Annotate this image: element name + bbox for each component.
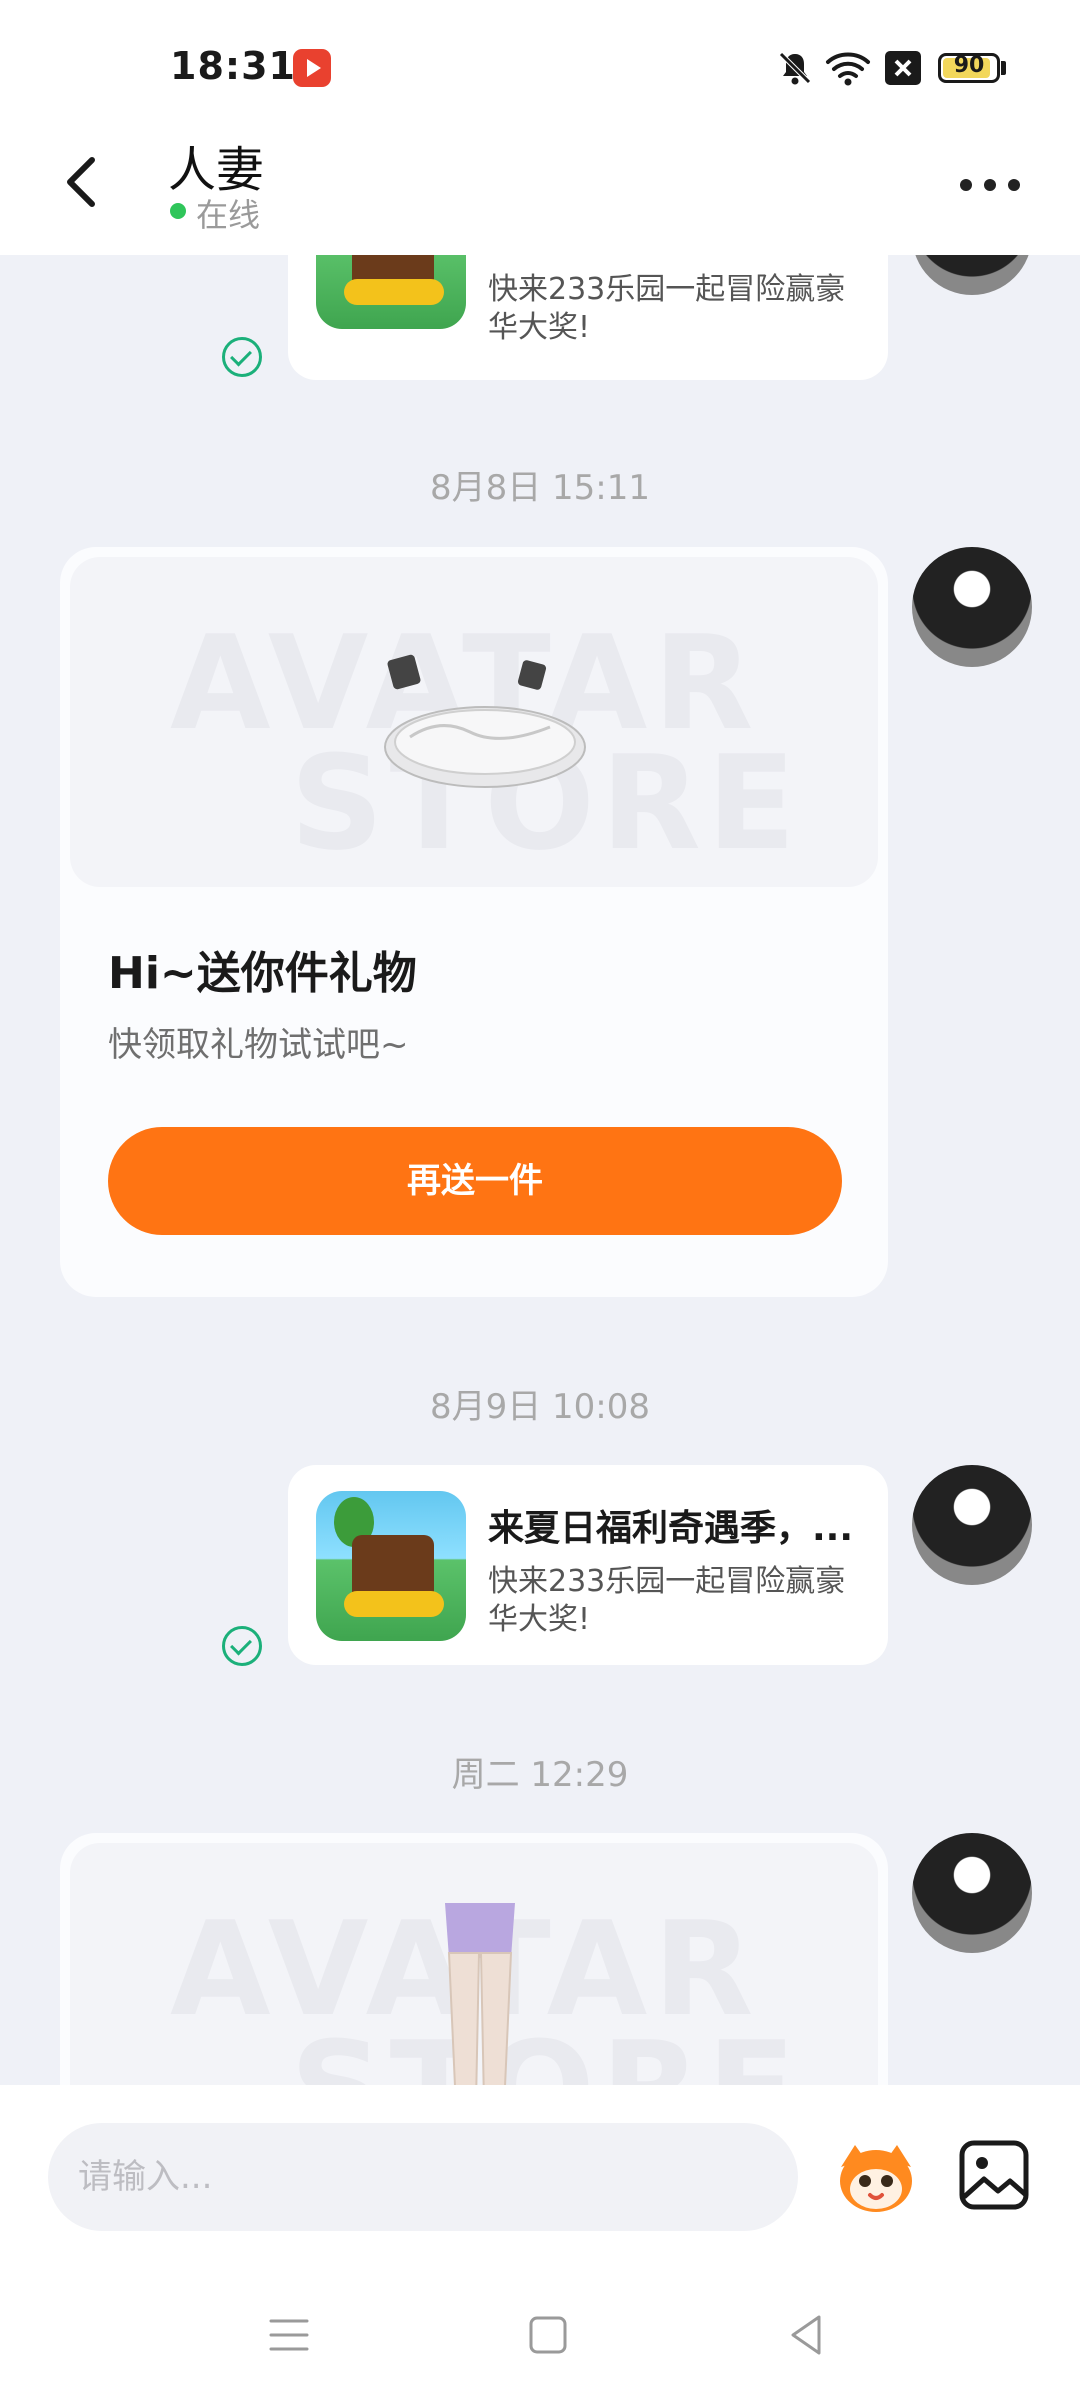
game-card-message[interactable]: 快来233乐园一起冒险赢豪华大奖! xyxy=(288,255,888,380)
dot-icon xyxy=(1008,179,1020,191)
timestamp: 8月8日 15:11 xyxy=(429,468,651,508)
battery-level: 90 xyxy=(953,53,985,78)
avatar[interactable] xyxy=(912,255,1032,295)
mascot-emoji-icon[interactable] xyxy=(833,2137,919,2217)
avatar[interactable] xyxy=(912,1833,1032,1953)
read-check-icon xyxy=(222,337,262,377)
timestamp: 8月9日 10:08 xyxy=(429,1387,651,1427)
send-another-button[interactable]: 再送一件 xyxy=(108,1127,842,1235)
game-icon xyxy=(316,255,466,329)
composer xyxy=(0,2085,1080,2260)
back-triangle-icon[interactable] xyxy=(777,2305,837,2365)
battery-icon: 90 xyxy=(938,53,1000,83)
battery-tip xyxy=(1001,61,1006,75)
wifi-icon xyxy=(826,52,870,86)
gift-subtitle: 快领取礼物试试吧~ xyxy=(108,1025,409,1065)
game-card-title: 来夏日福利奇遇季，... xyxy=(488,1508,854,1549)
avatar[interactable] xyxy=(912,1465,1032,1585)
system-nav-bar xyxy=(0,2260,1080,2400)
chat-header xyxy=(0,130,1080,255)
app-notification-icon xyxy=(293,49,331,87)
game-card-desc: 快来233乐园一起冒险赢豪华大奖! xyxy=(488,272,846,345)
message-input[interactable] xyxy=(48,2123,798,2231)
avatar[interactable] xyxy=(912,547,1032,667)
back-icon[interactable] xyxy=(40,142,120,222)
no-sim-icon xyxy=(885,51,921,85)
online-dot xyxy=(170,203,186,219)
gift-card-message[interactable]: AVATAR STORE Hi~送你件礼物 快领取礼物试试吧~ 再送一件 xyxy=(60,547,888,1297)
gift-title: Hi~送你件礼物 xyxy=(108,948,417,999)
status-time: 18:31 xyxy=(170,44,296,88)
menu-icon[interactable] xyxy=(259,2305,319,2365)
chat-list[interactable]: 快来233乐园一起冒险赢豪华大奖! 8月8日 15:11 AVATAR STOR… xyxy=(0,255,1080,2085)
image-icon[interactable] xyxy=(958,2139,1030,2211)
online-status: 在线 xyxy=(196,196,261,234)
gift-card-message[interactable]: AVATAR STORE xyxy=(60,1833,888,2085)
dot-icon xyxy=(960,179,972,191)
gift-image: AVATAR STORE xyxy=(70,1843,878,2085)
gift-item-icon xyxy=(384,654,586,788)
game-icon xyxy=(316,1491,466,1641)
gift-image: AVATAR STORE xyxy=(70,557,878,887)
home-icon[interactable] xyxy=(518,2305,578,2365)
dot-icon xyxy=(984,179,996,191)
gift-item-icon xyxy=(445,1903,515,2085)
read-check-icon xyxy=(222,1626,262,1666)
more-options-button[interactable] xyxy=(960,160,1030,204)
timestamp: 周二 12:29 xyxy=(451,1755,629,1795)
game-card-message[interactable]: 来夏日福利奇遇季，... 快来233乐园一起冒险赢豪华大奖! xyxy=(288,1465,888,1665)
game-card-desc: 快来233乐园一起冒险赢豪华大奖! xyxy=(488,1564,846,1637)
watermark-store: STORE xyxy=(290,2013,802,2085)
mute-icon xyxy=(779,52,811,85)
